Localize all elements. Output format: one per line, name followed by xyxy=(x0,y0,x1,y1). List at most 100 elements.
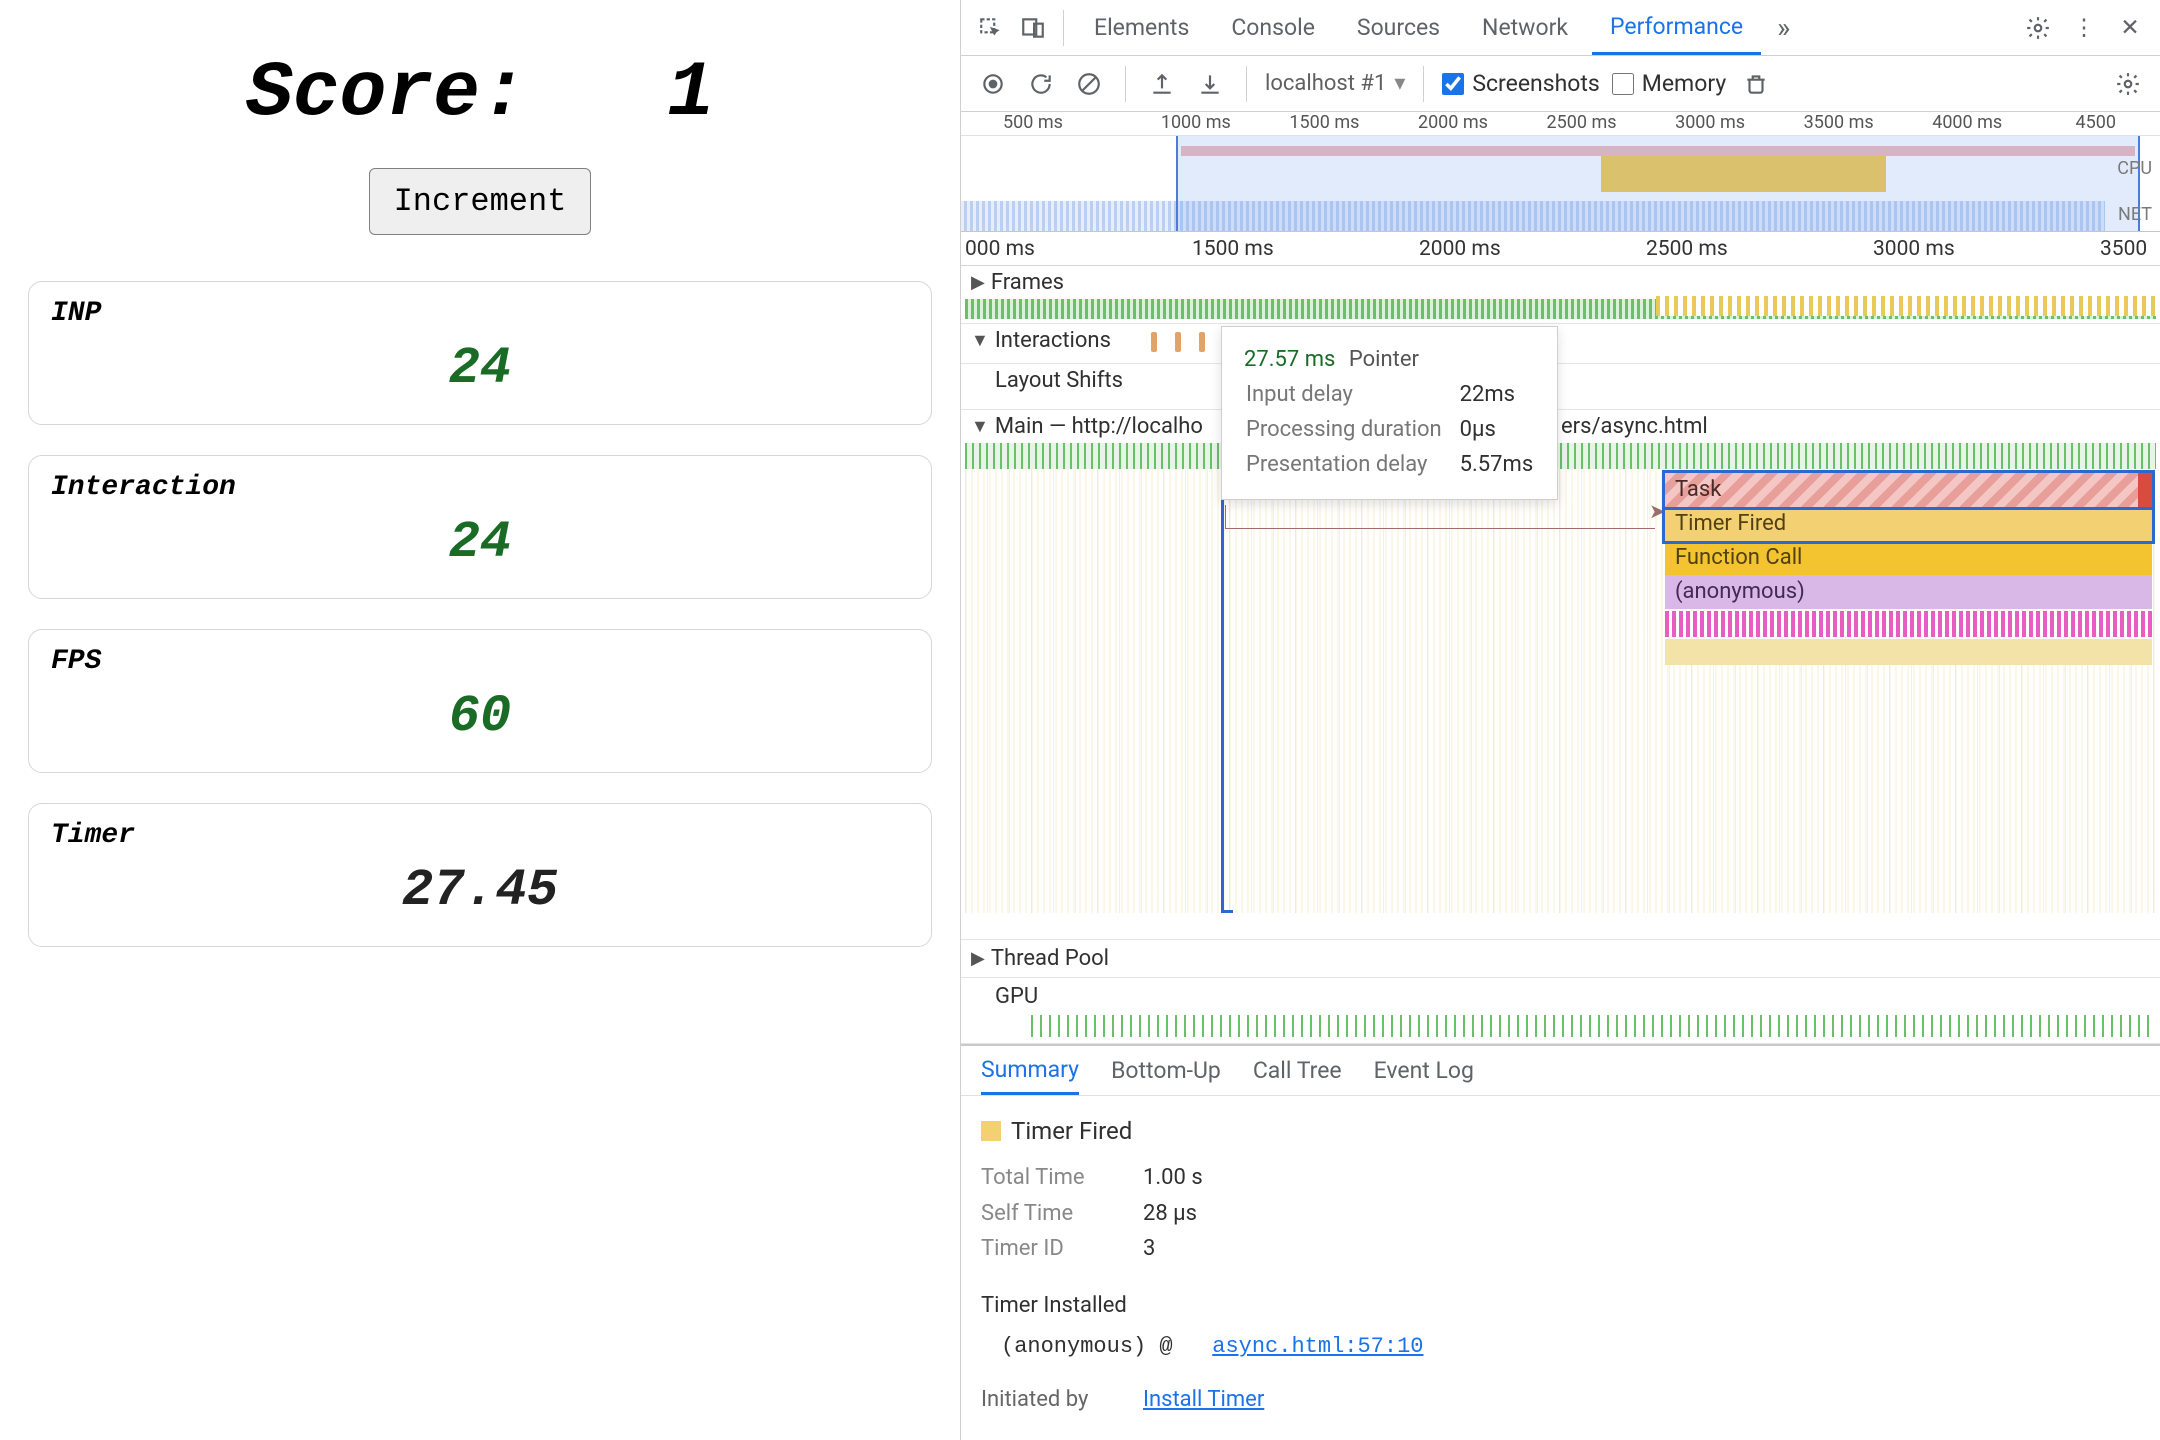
overview-cpu-label: CPU xyxy=(2117,158,2152,179)
track-thread-pool[interactable]: ▶ Thread Pool xyxy=(961,940,2160,978)
metric-label: Interaction xyxy=(51,472,909,503)
main-label-prefix: Main — http://localho xyxy=(995,414,1203,439)
tab-performance[interactable]: Performance xyxy=(1592,0,1761,55)
inspect-icon[interactable] xyxy=(973,10,1009,46)
track-frames[interactable]: ▶ Frames xyxy=(961,266,2160,324)
memory-checkbox[interactable]: Memory xyxy=(1612,70,1726,97)
flame-stack[interactable]: Task Timer Fired Function Call (anonymou… xyxy=(1665,473,2152,609)
tab-console[interactable]: Console xyxy=(1213,0,1333,55)
download-profile-icon[interactable] xyxy=(1192,66,1228,102)
tab-sources[interactable]: Sources xyxy=(1339,0,1458,55)
detail-ruler[interactable]: 000 ms 1500 ms 2000 ms 2500 ms 3000 ms 3… xyxy=(961,232,2160,266)
recording-dropdown[interactable]: localhost #1 xyxy=(1265,71,1405,96)
detail-source-link[interactable]: async.html:57:10 xyxy=(1212,1334,1423,1359)
track-label: Frames xyxy=(991,270,1064,295)
detail-installed-frame: (anonymous) @ xyxy=(1001,1334,1173,1359)
tab-elements[interactable]: Elements xyxy=(1076,0,1207,55)
interaction-markers xyxy=(1151,332,1205,352)
score-heading: Score: 1 xyxy=(28,50,932,138)
flame-task[interactable]: Task xyxy=(1665,473,2152,507)
collapse-icon[interactable]: ▼ xyxy=(971,330,989,351)
metric-value: 27.45 xyxy=(51,861,909,920)
track-label: GPU xyxy=(995,984,1038,1009)
track-label: Interactions xyxy=(995,328,1111,353)
more-tabs-icon[interactable]: » xyxy=(1767,11,1800,44)
recording-dropdown-label: localhost #1 xyxy=(1265,71,1386,96)
metric-label: FPS xyxy=(51,646,909,677)
gc-icon[interactable] xyxy=(1738,66,1774,102)
devtools-panel: Elements Console Sources Network Perform… xyxy=(960,0,2160,1440)
upload-profile-icon[interactable] xyxy=(1144,66,1180,102)
initiator-arrow xyxy=(1225,505,1655,529)
track-interactions[interactable]: ▼ Interactions xyxy=(961,324,2160,364)
perf-settings-gear-icon[interactable] xyxy=(2110,66,2146,102)
screenshots-checkbox[interactable]: Screenshots xyxy=(1442,70,1599,97)
track-gpu[interactable]: GPU xyxy=(961,978,2160,1044)
detail-tab-bottom-up[interactable]: Bottom-Up xyxy=(1111,1057,1221,1084)
score-label: Score: xyxy=(246,50,527,138)
detail-tab-summary[interactable]: Summary xyxy=(981,1046,1079,1095)
overview-timeline[interactable]: 500 ms 1000 ms 1500 ms 2000 ms 2500 ms 3… xyxy=(961,112,2160,232)
metric-value: 60 xyxy=(51,687,909,746)
tooltip-table: Input delay22ms Processing duration0µs P… xyxy=(1244,376,1535,483)
increment-button[interactable]: Increment xyxy=(369,168,592,235)
reload-record-icon[interactable] xyxy=(1023,66,1059,102)
detail-summary-panel: Timer Fired Total Time1.00 s Self Time28… xyxy=(961,1096,2160,1438)
metric-card-inp: INP 24 xyxy=(28,281,932,425)
flame-raster-band xyxy=(1665,611,2152,637)
metric-value: 24 xyxy=(51,339,909,398)
gpu-band xyxy=(1031,1015,2150,1037)
device-toolbar-icon[interactable] xyxy=(1015,10,1051,46)
detail-title: Timer Fired xyxy=(1011,1112,1132,1150)
tooltip-time: 27.57 ms xyxy=(1244,347,1335,372)
overview-net-label: NET xyxy=(2118,204,2152,225)
tab-network[interactable]: Network xyxy=(1464,0,1586,55)
overview-ticks: 500 ms 1000 ms 1500 ms 2000 ms 2500 ms 3… xyxy=(961,112,2160,136)
flame-timer[interactable]: Timer Fired xyxy=(1665,507,2152,541)
detail-tab-event-log[interactable]: Event Log xyxy=(1374,1057,1474,1084)
arrow-head-icon: ➤ xyxy=(1649,499,1666,523)
clear-icon[interactable] xyxy=(1071,66,1107,102)
selection-marker[interactable] xyxy=(1221,441,1224,913)
detail-installed-label: Timer Installed xyxy=(981,1288,2140,1323)
main-label-suffix: ers/async.html xyxy=(1561,414,1708,439)
close-icon[interactable]: ✕ xyxy=(2112,10,2148,46)
metric-value: 24 xyxy=(51,513,909,572)
expand-icon[interactable]: ▶ xyxy=(971,948,985,969)
detail-initiated-link[interactable]: Install Timer xyxy=(1143,1382,1264,1417)
kebab-menu-icon[interactable]: ⋮ xyxy=(2066,10,2102,46)
perf-toolbar: localhost #1 Screenshots Memory xyxy=(961,56,2160,112)
flame-anonymous[interactable]: (anonymous) xyxy=(1665,575,2152,609)
detail-tabs: Summary Bottom-Up Call Tree Event Log xyxy=(961,1044,2160,1096)
screenshots-checkbox-input[interactable] xyxy=(1442,73,1464,95)
demo-page: Score: 1 Increment INP 24 Interaction 24… xyxy=(0,0,960,1440)
frames-dropped xyxy=(1656,296,2156,316)
tooltip-kind: Pointer xyxy=(1349,347,1419,372)
metric-card-interaction: Interaction 24 xyxy=(28,455,932,599)
track-label: Layout Shifts xyxy=(995,368,1123,393)
record-icon[interactable] xyxy=(975,66,1011,102)
flame-function-call[interactable]: Function Call xyxy=(1665,541,2152,575)
detail-tab-call-tree[interactable]: Call Tree xyxy=(1253,1057,1342,1084)
flame-chart[interactable]: ➤ Task Timer Fired Function Call (anonym… xyxy=(965,443,2156,913)
overview-selection[interactable] xyxy=(1176,136,2140,231)
metric-label: INP xyxy=(51,298,909,329)
track-layout-shifts[interactable]: Layout Shifts xyxy=(961,364,2160,410)
memory-label: Memory xyxy=(1642,70,1726,97)
metric-card-fps: FPS 60 xyxy=(28,629,932,773)
screenshots-label: Screenshots xyxy=(1472,70,1599,97)
detail-swatch xyxy=(981,1121,1001,1141)
devtools-tabstrip: Elements Console Sources Network Perform… xyxy=(961,0,2160,56)
score-value: 1 xyxy=(667,50,714,138)
settings-gear-icon[interactable] xyxy=(2020,10,2056,46)
memory-checkbox-input[interactable] xyxy=(1612,73,1634,95)
track-main[interactable]: ▼ Main — http://localho ers/async.html 2… xyxy=(961,410,2160,940)
flame-frames-band xyxy=(965,443,2156,469)
metric-card-timer: Timer 27.45 xyxy=(28,803,932,947)
interaction-tooltip: 27.57 ms Pointer Input delay22ms Process… xyxy=(1221,326,1558,500)
track-label: Thread Pool xyxy=(991,946,1109,971)
expand-icon[interactable]: ▶ xyxy=(971,272,985,293)
collapse-icon[interactable]: ▼ xyxy=(971,416,989,437)
detail-initiated-label: Initiated by xyxy=(981,1382,1131,1417)
flame-composite-band xyxy=(1665,639,2152,665)
